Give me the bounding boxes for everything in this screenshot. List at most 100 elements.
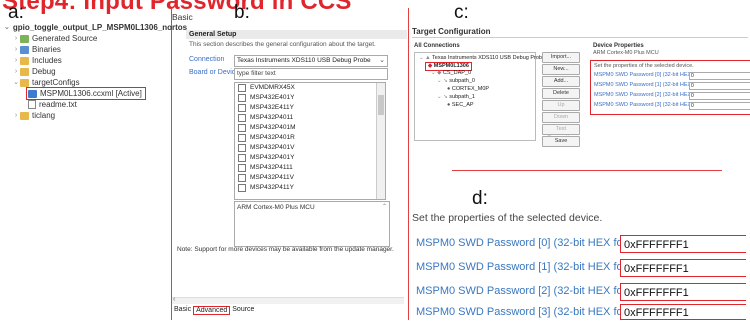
tab-basic[interactable]: Basic [172, 306, 193, 315]
tree-item-includes[interactable]: › Includes [4, 55, 172, 66]
tree-item-binaries[interactable]: › Binaries [4, 44, 172, 55]
checkbox[interactable] [238, 164, 246, 172]
project-root[interactable]: ⌄ gpio_toggle_output_LP_MSPM0L1306_norto… [4, 22, 187, 33]
device-list-item[interactable]: MSP432P401M [235, 123, 385, 133]
update-manager-note: Note: Support for more devices may be av… [177, 246, 394, 253]
add-button[interactable]: Add... [542, 76, 580, 87]
tree-node-cortex[interactable]: ● CORTEX_M0P [447, 86, 489, 93]
tab-advanced[interactable]: Advanced [193, 306, 231, 315]
expand-icon[interactable]: ⌄ ↘ [437, 78, 448, 84]
expand-icon[interactable]: ⌄ ▲ [419, 55, 431, 61]
device-filter-input[interactable]: type filter text [234, 68, 388, 80]
device-list[interactable]: EVMDMRX45X MSP432E401Y MSP432E411Y MSP43… [234, 82, 386, 200]
tree-node-sec[interactable]: ● SEC_AP [447, 102, 474, 109]
scrollbar-thumb[interactable] [378, 95, 384, 115]
node-label: subpath_0 [449, 78, 475, 84]
board-or-device-label: Board or Device [189, 69, 240, 76]
checkbox[interactable] [238, 84, 246, 92]
checkbox[interactable] [238, 134, 246, 142]
tree-node-probe[interactable]: ⌄ ▲ Texas Instruments XDS110 USB Debug P… [419, 55, 545, 62]
tree-item-debug[interactable]: › Debug [4, 66, 172, 77]
device-list-item[interactable]: MSP432P401V [235, 143, 385, 153]
password-field[interactable]: 0 [689, 82, 750, 90]
tree-item-generated-source[interactable]: › Generated Source [4, 33, 172, 44]
separator-bc [408, 8, 409, 320]
password-field[interactable]: 0 [689, 72, 750, 80]
panel-letter-c: c: [454, 2, 469, 23]
separator-cd [452, 170, 722, 171]
save-button[interactable]: Save [542, 136, 580, 147]
horizontal-scrollbar[interactable]: ‹ [172, 296, 404, 304]
tree-item-readme[interactable]: readme.txt [4, 99, 172, 110]
collapse-icon[interactable]: › [12, 110, 20, 121]
expand-icon[interactable]: ⌄ [12, 77, 20, 88]
folder-icon [20, 78, 29, 87]
tree-node-subpath0[interactable]: ⌄ ↘ subpath_0 [437, 78, 475, 85]
zoom-password-field[interactable]: 0xFFFFFFF1 [620, 304, 746, 320]
checkbox[interactable] [238, 144, 246, 152]
binaries-icon [20, 45, 29, 54]
delete-button[interactable]: Delete [542, 88, 580, 99]
folder-icon [20, 111, 29, 120]
checkbox[interactable] [238, 154, 246, 162]
expand-icon[interactable]: ⌄ ↘ [437, 94, 448, 100]
tree-item-ticlang[interactable]: › ticlang [4, 110, 172, 121]
tree-item-label: MSPM0L1306.ccxml [Active] [40, 89, 142, 98]
zoom-password-field[interactable]: 0xFFFFFFF1 [620, 235, 746, 253]
tree-item-label: Debug [32, 67, 56, 76]
device-name: MSP432P401Y [250, 154, 295, 161]
tree-node-dap[interactable]: ⌄ ◆ CS_DAP_0 [431, 70, 471, 77]
device-name: MSP432P411Y [250, 184, 294, 191]
collapse-icon[interactable]: › [12, 55, 20, 66]
scroll-up-icon[interactable]: ⌃ [382, 203, 387, 210]
device-name: MSP432P401R [250, 134, 295, 141]
tree-item-ccxml[interactable]: MSPM0L1306.ccxml [Active] [4, 87, 172, 100]
device-list-item[interactable]: MSP432P4111 [235, 163, 385, 173]
connection-select[interactable]: Texas Instruments XDS110 USB Debug Probe… [234, 55, 388, 67]
device-list-item[interactable]: MSP432P401R [235, 133, 385, 143]
checkbox[interactable] [238, 174, 246, 182]
checkbox[interactable] [238, 104, 246, 112]
zoom-password-field[interactable]: 0xFFFFFFF1 [620, 259, 746, 277]
device-list-item[interactable]: MSP432P411V [235, 173, 385, 183]
collapse-icon[interactable]: › [12, 33, 20, 44]
connection-value: Texas Instruments XDS110 USB Debug Probe [237, 57, 371, 64]
zoom-password-label: MSPM0 SWD Password [2] (32-bit HEX forma… [416, 285, 649, 297]
down-button[interactable]: Down [542, 112, 580, 123]
new-button[interactable]: New... [542, 64, 580, 75]
device-list-item[interactable]: MSP432P4011 [235, 113, 385, 123]
device-name: MSP432P4011 [250, 114, 294, 121]
tree-node-subpath1[interactable]: ⌄ ↘ subpath_1 [437, 94, 475, 101]
scroll-left-icon[interactable]: ‹ [173, 296, 175, 303]
test-connection-button[interactable]: Test Connection [542, 124, 580, 141]
device-list-item[interactable]: MSP432E401Y [235, 93, 385, 103]
tree-item-label: readme.txt [39, 100, 77, 109]
checkbox[interactable] [238, 94, 246, 102]
tree-item-label: Generated Source [32, 34, 98, 43]
password-field[interactable]: 0 [689, 102, 750, 110]
collapse-icon[interactable]: › [12, 44, 20, 55]
password-field[interactable]: 0 [689, 92, 750, 100]
tree-item-label: ticlang [32, 111, 56, 120]
tab-source[interactable]: Source [230, 306, 256, 315]
import-button[interactable]: Import... [542, 52, 580, 63]
connections-tree[interactable]: ⌄ ▲ Texas Instruments XDS110 USB Debug P… [414, 52, 545, 141]
checkbox[interactable] [238, 114, 246, 122]
node-label: subpath_1 [449, 94, 475, 100]
zoom-password-field[interactable]: 0xFFFFFFF1 [620, 283, 746, 301]
device-list-item[interactable]: MSP432P401Y [235, 153, 385, 163]
collapse-icon[interactable]: › [12, 66, 20, 77]
core-icon: ● [447, 86, 451, 92]
device-list-scrollbar[interactable] [376, 83, 385, 199]
zoom-password-label: MSPM0 SWD Password [0] (32-bit HEX forma… [416, 237, 649, 249]
expand-icon[interactable]: ⌄ ◆ [431, 70, 441, 76]
includes-icon [20, 56, 29, 65]
project-explorer: ⌄ gpio_toggle_output_LP_MSPM0L1306_norto… [4, 22, 187, 121]
device-list-item[interactable]: MSP432P411Y [235, 183, 385, 193]
expand-icon[interactable]: ⌄ [4, 22, 10, 33]
device-list-item[interactable]: MSP432E411Y [235, 103, 385, 113]
checkbox[interactable] [238, 124, 246, 132]
checkbox[interactable] [238, 184, 246, 192]
up-button[interactable]: Up [542, 100, 580, 111]
device-list-item[interactable]: EVMDMRX45X [235, 83, 385, 93]
